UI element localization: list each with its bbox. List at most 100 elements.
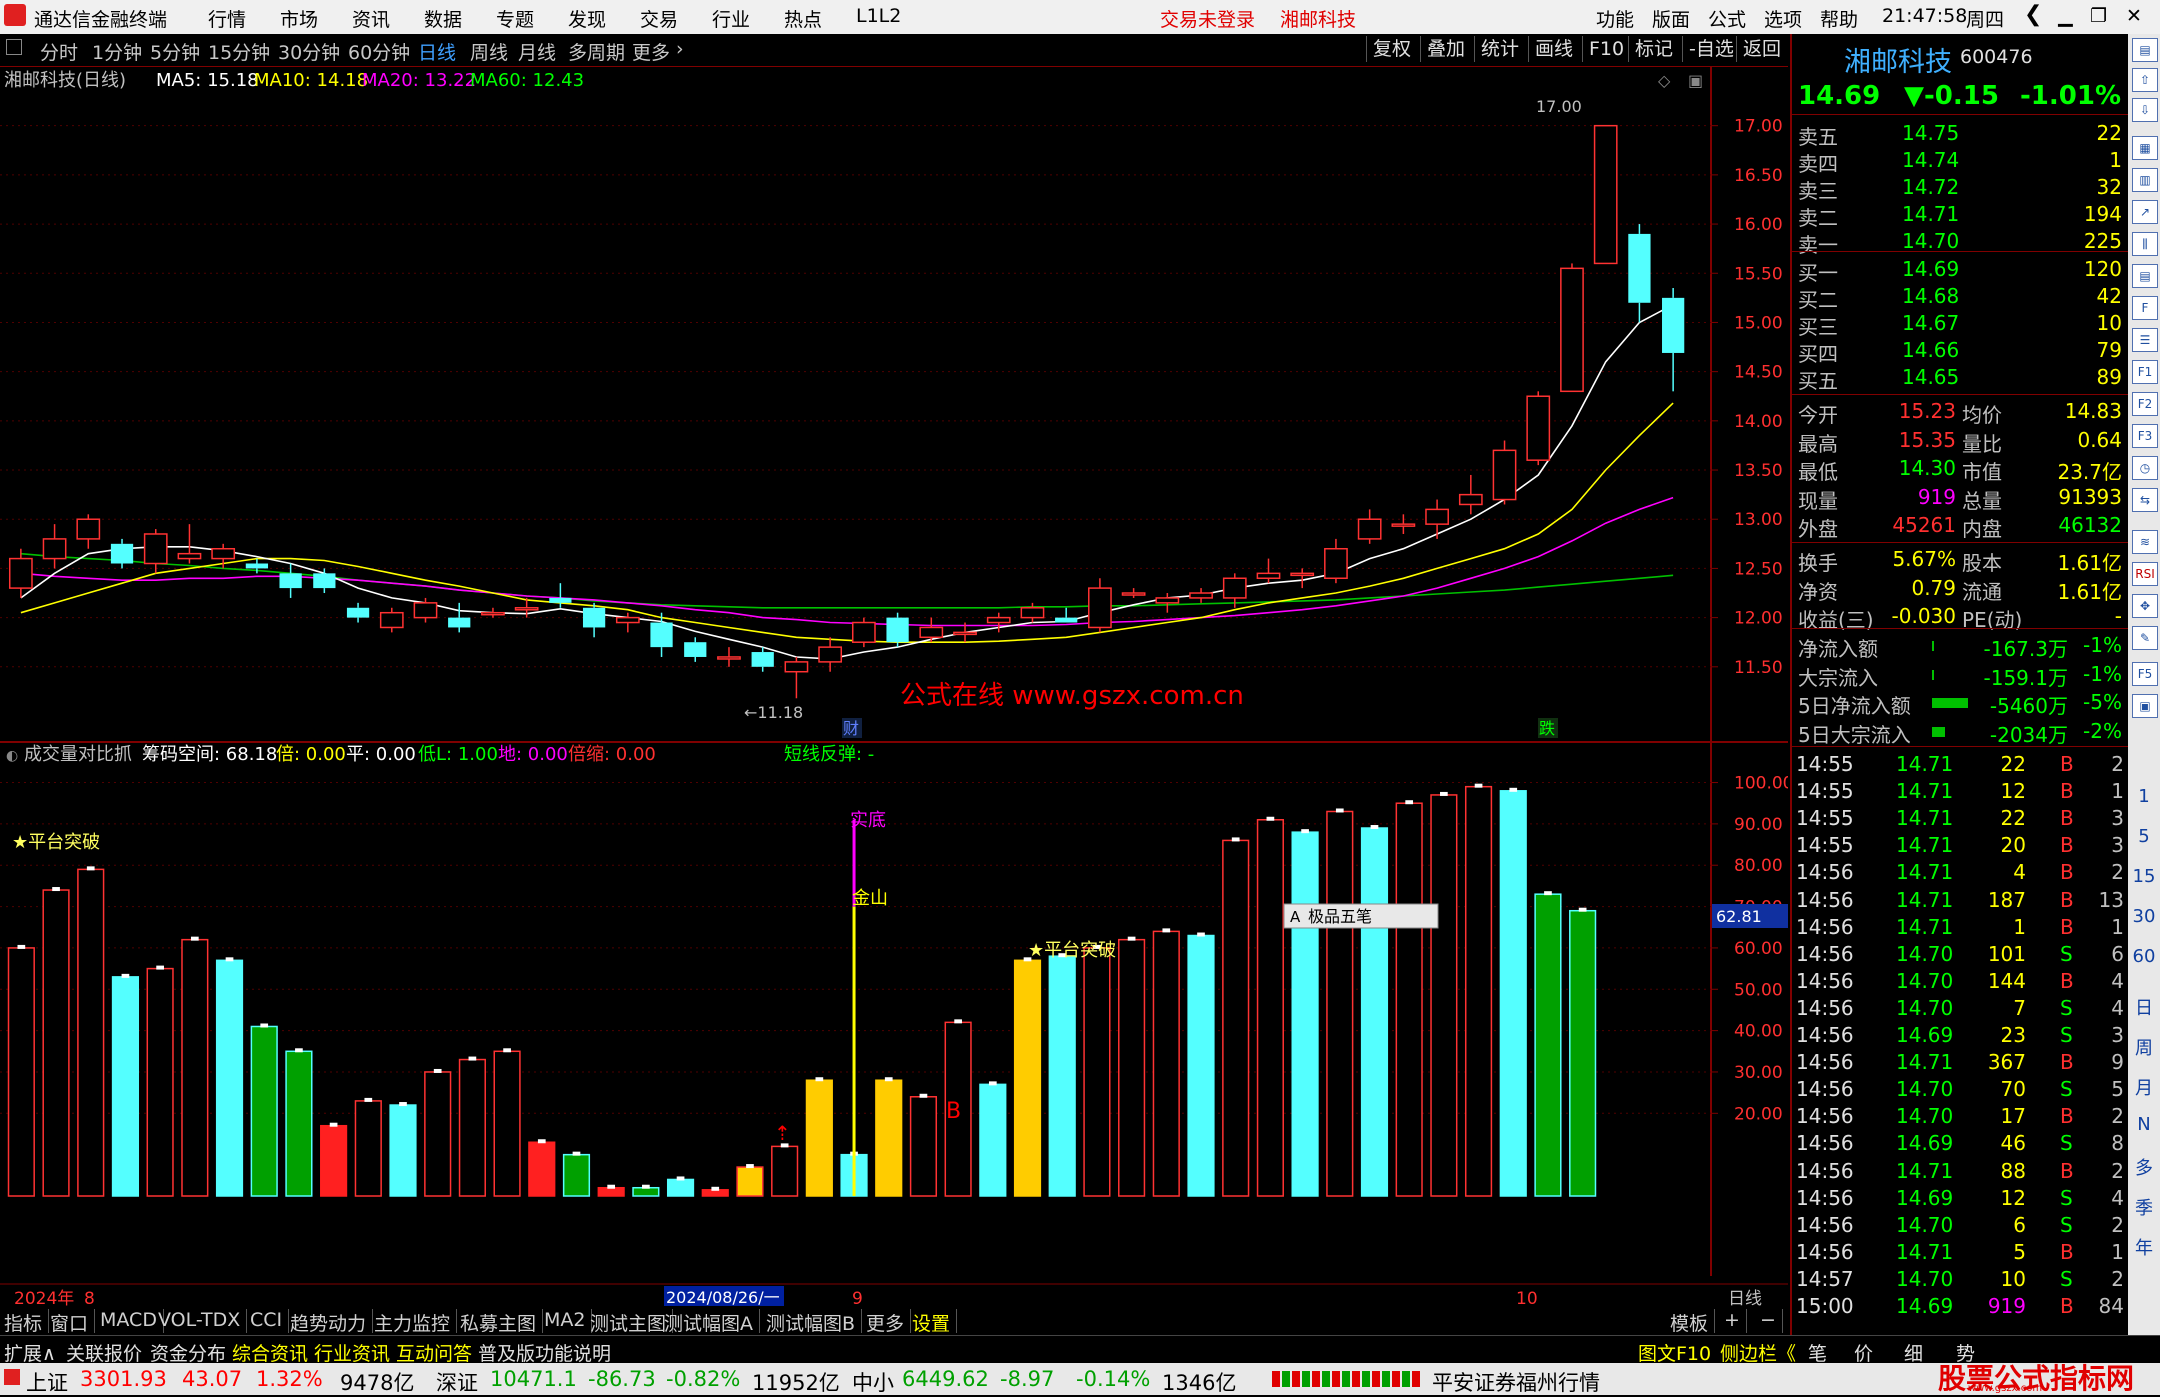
stat-row[interactable]: 最低 14.30 市值 23.7亿	[1792, 455, 2128, 484]
strip-period-8[interactable]: N	[2128, 1114, 2160, 1135]
tick-row[interactable]: 14:56 14.71 5 B 1	[1792, 1239, 2128, 1266]
bid-level[interactable]: 买一 14.69 120	[1792, 256, 2128, 285]
tick-row[interactable]: 14:55 14.71 12 B 1	[1792, 778, 2128, 805]
indicator-tab-2[interactable]: MACD	[100, 1309, 164, 1333]
menu-item-layout[interactable]: 版面	[1652, 5, 1690, 32]
stat-row[interactable]: 外盘 45261 内盘 46132	[1792, 512, 2128, 541]
strip-period-0[interactable]: 1	[2128, 786, 2160, 807]
candle[interactable]	[1458, 474, 1483, 515]
menu-item-help[interactable]: 帮助	[1820, 5, 1858, 32]
candle[interactable]	[1425, 499, 1449, 539]
volume-bar[interactable]	[597, 1186, 625, 1197]
candle[interactable]	[1357, 509, 1382, 544]
candle[interactable]	[1256, 558, 1281, 584]
stat2-row[interactable]: 换手 5.67% 股本 1.61亿	[1792, 546, 2128, 575]
ext-tab-5[interactable]: 互动问答	[396, 1339, 472, 1366]
ask-level[interactable]: 卖五 14.75 22	[1792, 120, 2128, 149]
bid-level[interactable]: 买四 14.66 79	[1792, 337, 2128, 366]
indicator-tab-13[interactable]: 设置	[912, 1309, 958, 1335]
menu-item-formula[interactable]: 公式	[1708, 5, 1746, 32]
volume-bar[interactable]	[389, 1104, 417, 1197]
candle[interactable]	[346, 602, 370, 623]
volume-bar[interactable]	[528, 1141, 556, 1197]
tf-multi[interactable]: 多周期	[568, 38, 625, 65]
stat2-row[interactable]: 收益(三) -0.030 PE(动) -	[1792, 603, 2128, 632]
candle[interactable]	[615, 612, 640, 633]
candle[interactable]	[751, 647, 774, 672]
minimize-icon[interactable]: ▁	[2058, 5, 2073, 27]
strip-zoom-icon[interactable]: ✥	[2132, 594, 2158, 618]
indicator-tab-12[interactable]: 更多	[866, 1309, 912, 1335]
strip-f1-icon[interactable]: F1	[2132, 360, 2158, 384]
tick-row[interactable]: 14:55 14.71 22 B 3	[1792, 805, 2128, 832]
stat-row[interactable]: 现量 919 总量 91393	[1792, 484, 2128, 513]
chevron-right-icon[interactable]: ›	[676, 38, 684, 60]
ext-tab-6[interactable]: 普及版功能说明	[478, 1339, 611, 1366]
volume-bar[interactable]	[146, 967, 174, 1197]
menu-item-hot[interactable]: 热点	[784, 5, 822, 32]
indicator-tab-11[interactable]: 测试幅图B	[766, 1309, 863, 1335]
strip-pen-icon[interactable]: ✎	[2132, 626, 2158, 650]
volume-bar[interactable]	[354, 1100, 382, 1197]
tf-more[interactable]: 更多	[632, 38, 670, 65]
tf-5min[interactable]: 5分钟	[150, 38, 200, 65]
strip-doc-icon[interactable]: ▤	[2132, 38, 2158, 62]
strip-period-6[interactable]: 周	[2128, 1034, 2160, 1060]
candle[interactable]	[1020, 602, 1045, 623]
candle[interactable]	[110, 538, 134, 569]
bid-level[interactable]: 买五 14.65 89	[1792, 364, 2128, 393]
indicator-tab-1[interactable]: 窗口	[50, 1309, 96, 1335]
ask-level[interactable]: 卖三 14.72 32	[1792, 174, 2128, 203]
menu-item-discover[interactable]: 发现	[568, 5, 606, 32]
ext-right-3[interactable]: 价	[1854, 1339, 1873, 1366]
volume-bar[interactable]	[1256, 819, 1284, 1197]
candle[interactable]	[1121, 588, 1146, 598]
volume-bar[interactable]	[493, 1050, 521, 1197]
strip-chart-icon[interactable]: ↗	[2132, 200, 2158, 224]
tf-daily[interactable]: 日线	[418, 38, 456, 65]
indicator-tab-5[interactable]: 趋势动力	[290, 1309, 374, 1335]
ext-tab-0[interactable]: 扩展∧	[4, 1339, 56, 1366]
tick-row[interactable]: 14:56 14.69 12 S 4	[1792, 1185, 2128, 1212]
tf-weekly[interactable]: 周线	[470, 38, 508, 65]
adjust-button[interactable]: 复权	[1366, 36, 1417, 62]
candle[interactable]	[448, 602, 471, 633]
candle[interactable]	[1088, 578, 1112, 633]
volume-bar[interactable]	[215, 959, 244, 1197]
strip-period-9[interactable]: 多	[2128, 1154, 2160, 1180]
candle[interactable]	[379, 607, 404, 633]
volume-bar[interactable]	[250, 1025, 278, 1197]
volume-bar[interactable]	[1013, 959, 1042, 1197]
strip-period-5[interactable]: 日	[2128, 994, 2160, 1020]
menu-item-market[interactable]: 市场	[280, 5, 318, 32]
indicator-tab-4[interactable]: CCI	[250, 1309, 290, 1333]
volume-bar[interactable]	[1326, 810, 1354, 1197]
zx-name[interactable]: 中小	[852, 1367, 894, 1397]
volume-bar[interactable]	[736, 1166, 764, 1197]
tick-row[interactable]: 14:56 14.70 7 S 4	[1792, 995, 2128, 1022]
tick-row[interactable]: 14:55 14.71 20 B 3	[1792, 832, 2128, 859]
volume-bar[interactable]	[771, 1145, 799, 1197]
strip-f3-icon[interactable]: F3	[2132, 424, 2158, 448]
strip-grid-icon[interactable]: ▥	[2132, 168, 2158, 192]
tf-15min[interactable]: 15分钟	[208, 38, 270, 65]
volume-bar[interactable]	[1360, 827, 1389, 1197]
strip-period-4[interactable]: 60	[2128, 946, 2160, 967]
ask-level[interactable]: 卖二 14.71 194	[1792, 201, 2128, 230]
strip-f10-icon[interactable]: F	[2132, 296, 2158, 320]
volume-bar[interactable]	[1395, 802, 1423, 1197]
bid-level[interactable]: 买二 14.68 42	[1792, 283, 2128, 312]
flow-row[interactable]: 净流入额 -167.3万 -1%	[1792, 632, 2128, 661]
add-tab-icon[interactable]: +	[1724, 1309, 1747, 1333]
collapse-icon[interactable]: ◐	[6, 748, 18, 764]
strip-list-icon[interactable]: ☰	[2132, 328, 2158, 352]
volume-bar[interactable]	[77, 868, 105, 1197]
menu-item-industry[interactable]: 行业	[712, 5, 750, 32]
menu-item-news[interactable]: 资讯	[352, 5, 390, 32]
candle[interactable]	[143, 529, 168, 574]
volume-bar[interactable]	[1083, 947, 1111, 1197]
tf-30min[interactable]: 30分钟	[278, 38, 340, 65]
candle[interactable]	[1492, 440, 1517, 505]
strip-period-3[interactable]: 30	[2128, 906, 2160, 927]
candle[interactable]	[684, 637, 707, 662]
